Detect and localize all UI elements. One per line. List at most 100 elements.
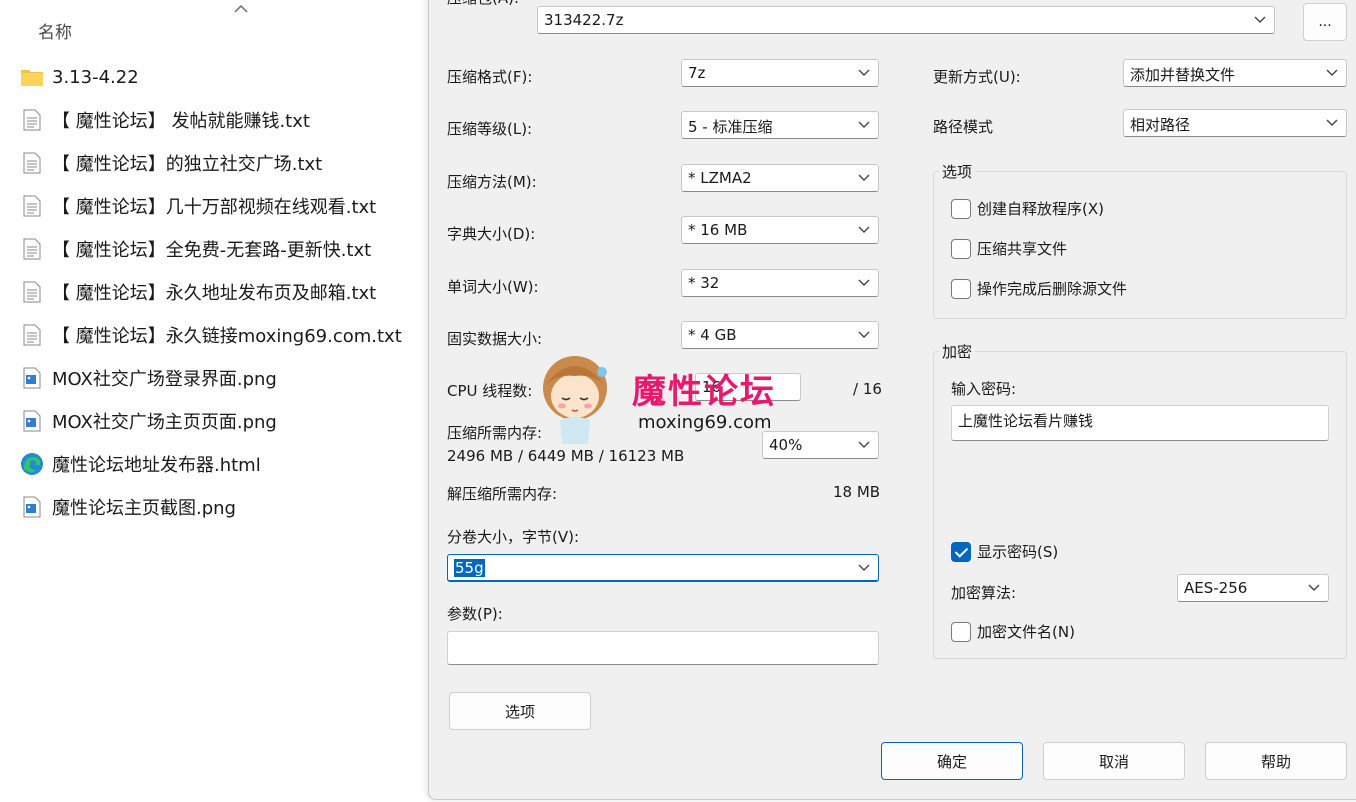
checkbox-box[interactable] bbox=[951, 198, 971, 219]
text-file-icon bbox=[18, 192, 46, 220]
decompress-memory-value: 18 MB bbox=[833, 483, 881, 501]
file-name: 【 魔性论坛】全免费-无套路-更新快.txt bbox=[52, 240, 372, 261]
create-sfx-checkbox[interactable]: 创建自释放程序(X) bbox=[951, 198, 1104, 219]
encrypt-filenames-label: 加密文件名(N) bbox=[977, 623, 1075, 641]
dictionary-combo[interactable]: * 16 MB bbox=[681, 216, 879, 244]
cartoon-girl-watermark-icon bbox=[543, 356, 607, 444]
file-list-item[interactable]: MOX社交广场主页页面.png bbox=[18, 403, 428, 439]
file-list-item[interactable]: 【 魔性论坛】全免费-无套路-更新快.txt bbox=[18, 231, 428, 267]
chevron-down-icon bbox=[1326, 119, 1338, 126]
solid-block-value: * 4 GB bbox=[688, 326, 737, 344]
chevron-down-icon bbox=[858, 441, 870, 448]
chevron-down-icon bbox=[1308, 584, 1320, 591]
encryption-method-label: 加密算法: bbox=[951, 584, 1017, 602]
sort-ascending-icon[interactable] bbox=[234, 4, 248, 14]
checkbox-box[interactable] bbox=[951, 621, 971, 642]
create-sfx-label: 创建自释放程序(X) bbox=[977, 200, 1104, 218]
encryption-group-title: 加密 bbox=[939, 341, 976, 362]
file-list-item[interactable]: 【 魔性论坛】几十万部视频在线观看.txt bbox=[18, 188, 428, 224]
file-list-item[interactable]: 魔性论坛主页截图.png bbox=[18, 489, 428, 525]
path-mode-value: 相对路径 bbox=[1130, 116, 1191, 134]
memory-percent-value: 40% bbox=[769, 436, 803, 454]
memory-value: 2496 MB / 6449 MB / 16123 MB bbox=[447, 447, 685, 465]
encrypt-filenames-checkbox[interactable]: 加密文件名(N) bbox=[951, 621, 1075, 642]
chevron-down-icon bbox=[858, 69, 870, 76]
chevron-down-icon bbox=[858, 121, 870, 128]
file-list-item[interactable]: MOX社交广场登录界面.png bbox=[18, 360, 428, 396]
image-file-icon bbox=[18, 364, 46, 392]
memory-label: 压缩所需内存: bbox=[447, 424, 543, 442]
solid-block-combo[interactable]: * 4 GB bbox=[681, 321, 879, 349]
delete-after-label: 操作完成后删除源文件 bbox=[977, 280, 1128, 298]
method-value: * LZMA2 bbox=[688, 169, 752, 187]
memory-percent-combo[interactable]: 40% bbox=[762, 431, 879, 459]
file-explorer-pane: 名称 3.13-4.22 【 魔性论坛】 发帖就能赚钱.txt 【 魔性论坛】的独立… bbox=[0, 0, 430, 802]
name-column-header[interactable]: 名称 bbox=[38, 18, 72, 43]
method-label: 压缩方法(M): bbox=[447, 173, 537, 191]
decompress-memory-label: 解压缩所需内存: bbox=[447, 485, 558, 503]
compress-shared-checkbox[interactable]: 压缩共享文件 bbox=[951, 238, 1067, 259]
image-file-icon bbox=[18, 407, 46, 435]
chevron-down-icon bbox=[858, 564, 870, 571]
volume-size-label: 分卷大小，字节(V): bbox=[447, 528, 580, 546]
watermark-url: moxing69.com bbox=[638, 412, 772, 433]
word-size-value: * 32 bbox=[688, 274, 720, 292]
chevron-down-icon bbox=[858, 174, 870, 181]
text-file-icon bbox=[18, 235, 46, 263]
help-button[interactable]: 帮助 bbox=[1205, 742, 1347, 780]
file-list-item[interactable]: 魔性论坛地址发布器.html bbox=[18, 446, 428, 482]
chevron-down-icon bbox=[1254, 16, 1266, 23]
archive-path-combo[interactable]: 313422.7z bbox=[537, 6, 1275, 34]
options-button[interactable]: 选项 bbox=[449, 692, 591, 730]
method-combo[interactable]: * LZMA2 bbox=[681, 164, 879, 192]
show-password-checkbox[interactable]: 显示密码(S) bbox=[951, 541, 1058, 562]
cancel-button[interactable]: 取消 bbox=[1043, 742, 1185, 780]
chevron-down-icon bbox=[858, 279, 870, 286]
text-file-icon bbox=[18, 149, 46, 177]
browse-button[interactable]: ... bbox=[1303, 3, 1347, 41]
file-name: 【 魔性论坛】 发帖就能赚钱.txt bbox=[52, 111, 310, 132]
file-name: MOX社交广场主页页面.png bbox=[52, 412, 277, 433]
file-list-item[interactable]: 【 魔性论坛】永久链接moxing69.com.txt bbox=[18, 317, 428, 353]
parameters-label: 参数(P): bbox=[447, 605, 503, 623]
solid-block-label: 固实数据大小: bbox=[447, 330, 543, 348]
show-password-label: 显示密码(S) bbox=[977, 543, 1059, 561]
file-list-item[interactable]: 【 魔性论坛】 发帖就能赚钱.txt bbox=[18, 102, 428, 138]
checkbox-box[interactable] bbox=[951, 278, 971, 299]
chevron-down-icon bbox=[858, 331, 870, 338]
file-list-item[interactable]: 3.13-4.22 bbox=[18, 59, 428, 95]
dictionary-value: * 16 MB bbox=[688, 221, 748, 239]
watermark-text: 魔性论坛 bbox=[632, 372, 776, 412]
cpu-threads-label: CPU 线程数: bbox=[447, 382, 533, 400]
ok-button[interactable]: 确定 bbox=[881, 742, 1023, 780]
archive-label: 压缩包(A): bbox=[447, 0, 519, 8]
encryption-method-combo[interactable]: AES-256 bbox=[1177, 574, 1329, 602]
archive-path-value: 313422.7z bbox=[544, 11, 624, 29]
file-name: 【 魔性论坛】永久地址发布页及邮箱.txt bbox=[52, 283, 377, 304]
delete-after-checkbox[interactable]: 操作完成后删除源文件 bbox=[951, 278, 1127, 299]
password-label: 输入密码: bbox=[951, 380, 1017, 398]
file-name: 魔性论坛地址发布器.html bbox=[52, 455, 261, 476]
volume-size-value[interactable]: 55g bbox=[454, 559, 485, 577]
file-name: MOX社交广场登录界面.png bbox=[52, 369, 277, 390]
level-combo[interactable]: 5 - 标准压缩 bbox=[681, 111, 879, 139]
format-label: 压缩格式(F): bbox=[447, 68, 533, 86]
file-name: 【 魔性论坛】几十万部视频在线观看.txt bbox=[52, 197, 377, 218]
path-mode-combo[interactable]: 相对路径 bbox=[1123, 109, 1347, 137]
file-list-item[interactable]: 【 魔性论坛】的独立社交广场.txt bbox=[18, 145, 428, 181]
checkbox-checked[interactable] bbox=[951, 541, 971, 562]
password-input[interactable]: 上魔性论坛看片赚钱 bbox=[951, 405, 1329, 441]
volume-size-combo[interactable]: 55g bbox=[447, 554, 879, 582]
file-name: 魔性论坛主页截图.png bbox=[52, 498, 236, 519]
edge-browser-icon bbox=[18, 450, 46, 478]
options-group-title: 选项 bbox=[939, 161, 976, 182]
format-combo[interactable]: 7z bbox=[681, 59, 879, 87]
parameters-input[interactable] bbox=[447, 631, 879, 665]
image-file-icon bbox=[18, 493, 46, 521]
text-file-icon bbox=[18, 106, 46, 134]
word-size-combo[interactable]: * 32 bbox=[681, 269, 879, 297]
folder-icon bbox=[18, 63, 46, 91]
update-mode-combo[interactable]: 添加并替换文件 bbox=[1123, 59, 1347, 87]
file-list-item[interactable]: 【 魔性论坛】永久地址发布页及邮箱.txt bbox=[18, 274, 428, 310]
checkbox-box[interactable] bbox=[951, 238, 971, 259]
